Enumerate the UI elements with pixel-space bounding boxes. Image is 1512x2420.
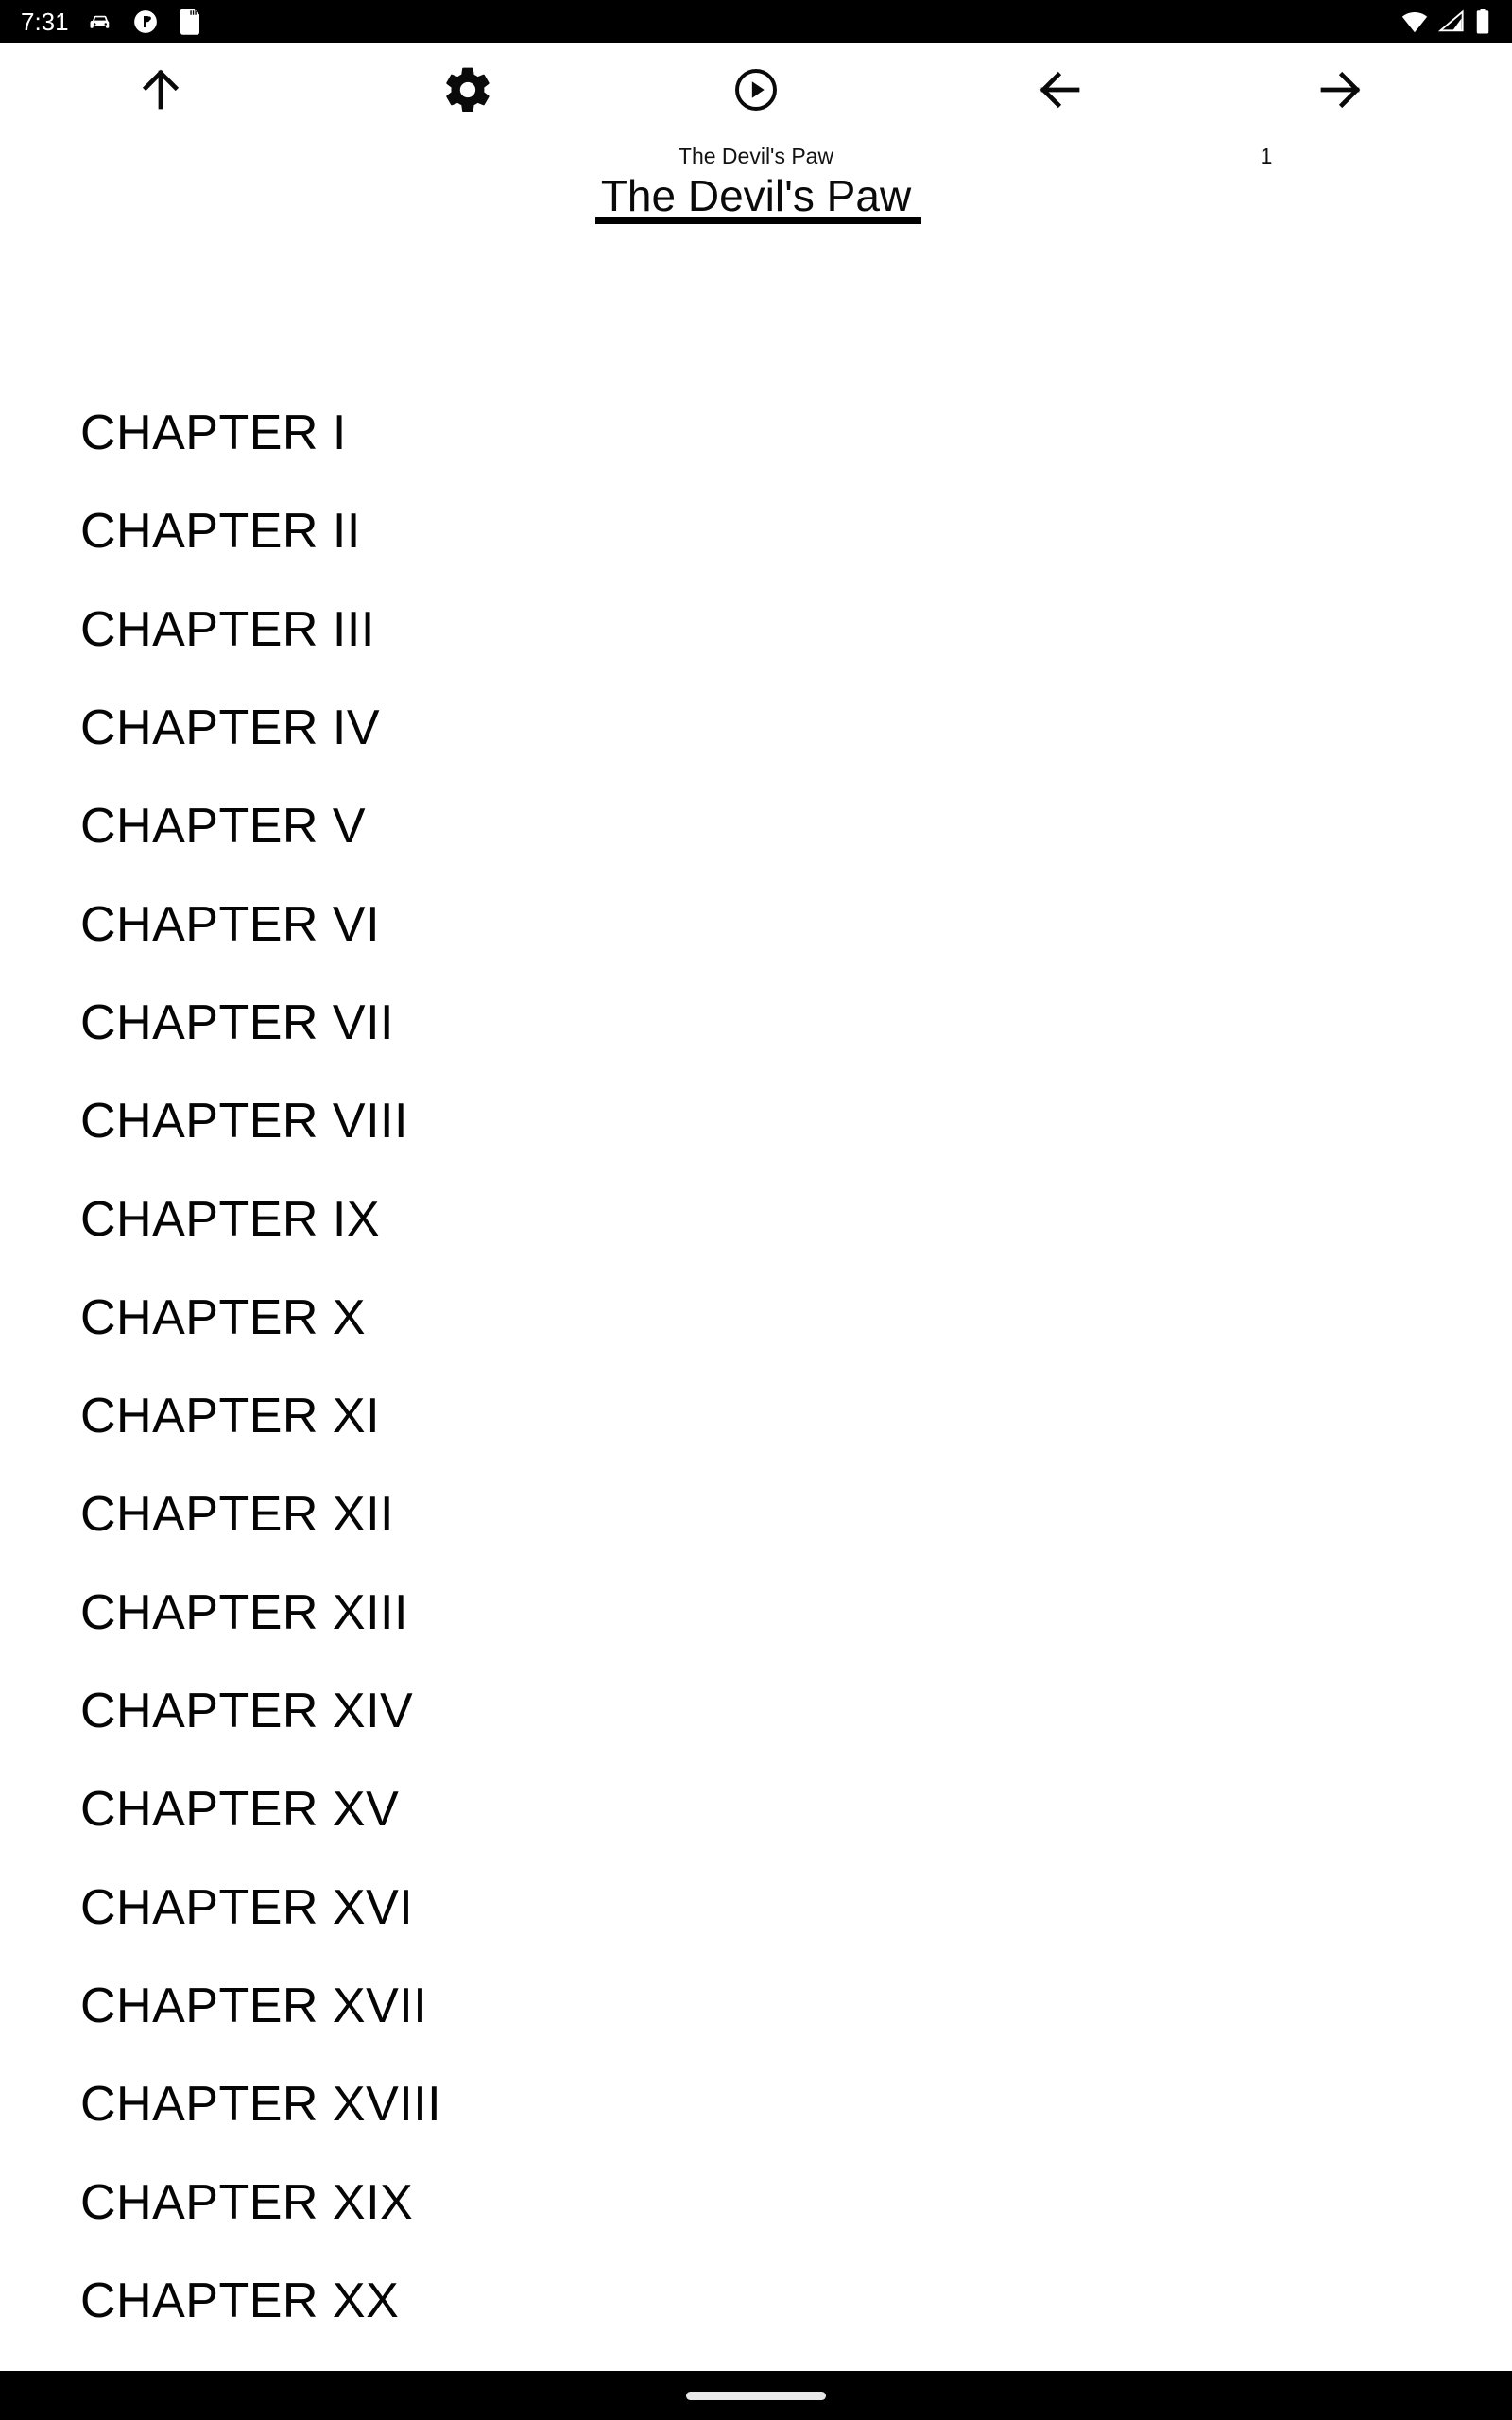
system-navigation-bar — [0, 2371, 1512, 2420]
chapter-link[interactable]: CHAPTER IX — [0, 1170, 1512, 1269]
chapter-link[interactable]: CHAPTER XIII — [0, 1564, 1512, 1662]
toolbar-subtitle-row: The Devil's Paw 1 — [0, 140, 1512, 174]
chapter-link[interactable]: CHAPTER V — [0, 777, 1512, 875]
status-bar-right — [1400, 8, 1491, 36]
arrow-left-icon — [1035, 64, 1086, 118]
settings-button[interactable] — [411, 43, 524, 138]
app-screen: 7:31 The Devil's Paw 1 The Devil's Paw C… — [0, 0, 1512, 2420]
chapter-link[interactable]: CHAPTER XVIII — [0, 2055, 1512, 2153]
battery-icon — [1474, 8, 1491, 36]
chapter-link[interactable]: CHAPTER XX — [0, 2252, 1512, 2350]
chapter-link[interactable]: CHAPTER XVII — [0, 1957, 1512, 2055]
status-bar: 7:31 — [0, 0, 1512, 43]
arrow-up-icon — [135, 64, 186, 118]
chapter-link[interactable]: CHAPTER II — [0, 482, 1512, 580]
chapter-link[interactable]: CHAPTER XV — [0, 1760, 1512, 1858]
chapter-link[interactable]: CHAPTER X — [0, 1269, 1512, 1367]
chapter-link[interactable]: CHAPTER I — [0, 384, 1512, 482]
chapter-link[interactable]: CHAPTER XVI — [0, 1858, 1512, 1957]
cellular-signal-icon — [1438, 8, 1465, 36]
chapter-link[interactable]: CHAPTER VIII — [0, 1072, 1512, 1170]
next-page-button[interactable] — [1283, 43, 1397, 138]
home-indicator[interactable] — [686, 2391, 826, 2400]
chapter-link[interactable]: CHAPTER XI — [0, 1367, 1512, 1465]
book-content-area[interactable]: The Devil's Paw CHAPTER I CHAPTER II CHAPT… — [0, 174, 1512, 2377]
chapter-link[interactable]: CHAPTER VI — [0, 875, 1512, 974]
text-to-speech-button[interactable] — [699, 43, 813, 138]
arrow-right-icon — [1314, 64, 1366, 118]
car-notification-icon — [86, 8, 114, 36]
scroll-to-top-button[interactable] — [104, 43, 217, 138]
circle-badge-icon — [131, 8, 160, 36]
reader-toolbar — [0, 43, 1512, 138]
title-divider — [595, 217, 921, 224]
page-number-indicator: 1 — [1260, 144, 1273, 168]
status-clock: 7:31 — [21, 8, 69, 36]
gear-icon — [441, 63, 494, 119]
status-bar-left: 7:31 — [21, 8, 203, 36]
previous-page-button[interactable] — [1004, 43, 1117, 138]
sd-card-icon — [177, 8, 203, 36]
chapter-link[interactable]: CHAPTER XIX — [0, 2153, 1512, 2252]
chapter-link[interactable]: CHAPTER III — [0, 580, 1512, 679]
chapter-link[interactable]: CHAPTER XII — [0, 1465, 1512, 1564]
play-circle-icon — [732, 66, 780, 116]
chapter-link[interactable]: CHAPTER XIV — [0, 1662, 1512, 1760]
chapter-link[interactable]: CHAPTER IV — [0, 679, 1512, 777]
chapter-list: CHAPTER I CHAPTER II CHAPTER III CHAPTER IV… — [0, 384, 1512, 2377]
wifi-icon — [1400, 8, 1429, 36]
chapter-link[interactable]: CHAPTER VII — [0, 974, 1512, 1072]
